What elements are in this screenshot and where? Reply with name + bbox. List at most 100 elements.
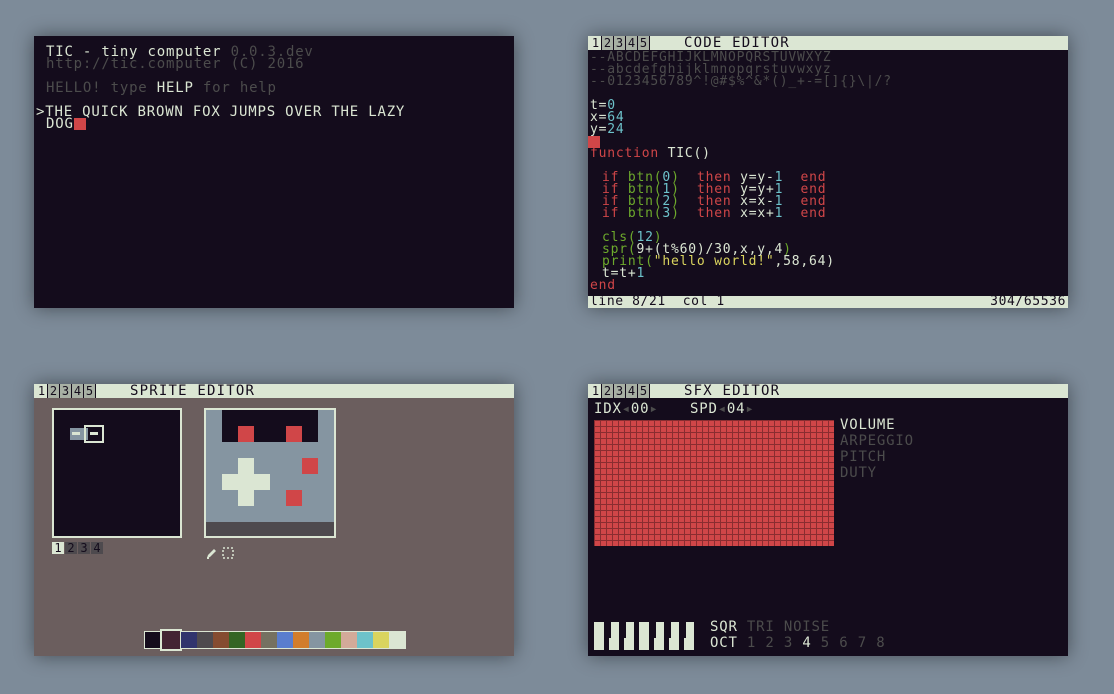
tab-5[interactable]: 5 — [638, 36, 650, 50]
arrow-left-icon[interactable]: ◂ — [622, 401, 631, 417]
code-status-position: line 8/21 col 1 — [590, 294, 725, 308]
sfx-wave-tri[interactable]: TRI — [747, 619, 775, 635]
tab-1[interactable]: 1 — [36, 384, 48, 398]
sfx-editor-topbar: 1 2 3 4 5 SFX EDITOR — [588, 384, 1068, 398]
piano-black-key[interactable] — [665, 622, 671, 638]
sfx-mode-pitch[interactable]: PITCH — [840, 450, 886, 464]
code-inc-one: 1 — [636, 266, 646, 281]
pencil-icon[interactable] — [206, 544, 218, 559]
console-input-line-1[interactable]: >THE QUICK BROWN FOX JUMPS OVER THE LAZY — [36, 104, 405, 120]
code-y-val: 24 — [607, 122, 625, 137]
palette-swatch[interactable] — [325, 632, 341, 648]
tab-3[interactable]: 3 — [614, 36, 626, 50]
sfx-idx-control[interactable]: IDX◂00▸ — [594, 401, 659, 417]
sprite-button-b — [286, 490, 302, 506]
palette-swatch[interactable] — [213, 632, 229, 648]
sprite-page-3[interactable]: 3 — [78, 542, 90, 554]
sprite-editor-panel[interactable]: 1 2 3 4 5 SPRITE EDITOR 1 2 3 4 — [34, 384, 514, 656]
sfx-mode-volume[interactable]: VOLUME — [840, 418, 895, 432]
palette-swatch[interactable] — [229, 632, 245, 648]
tab-1[interactable]: 1 — [590, 384, 602, 398]
arrow-right-icon[interactable]: ▸ — [745, 401, 754, 417]
palette-swatch[interactable] — [145, 632, 161, 648]
arrow-left-icon[interactable]: ◂ — [718, 401, 727, 417]
sprite-editor-tabs: 1 2 3 4 5 — [36, 384, 96, 398]
code-btn-close: ) — [671, 206, 680, 221]
sfx-wave-noise[interactable]: NOISE — [784, 619, 830, 635]
sfx-spd-control[interactable]: SPD◂04▸ — [690, 401, 755, 417]
sfx-octave-6[interactable]: 6 — [839, 635, 848, 651]
tab-3[interactable]: 3 — [60, 384, 72, 398]
sfx-volume-grid[interactable] — [594, 420, 834, 546]
sfx-octave-4[interactable]: 4 — [802, 635, 811, 651]
piano-black-key[interactable] — [620, 622, 626, 638]
sfx-octave-1[interactable]: 1 — [747, 635, 756, 651]
tab-5[interactable]: 5 — [84, 384, 96, 398]
sfx-wave-sqr[interactable]: SQR — [710, 619, 738, 635]
palette-swatch[interactable] — [389, 632, 405, 648]
palette-swatch[interactable] — [160, 629, 182, 651]
code-if-line: if btn(3) then x=x+1 end — [602, 206, 826, 221]
sfx-editor-tabs: 1 2 3 4 5 — [590, 384, 650, 398]
code-comment-3: --0123456789^!@#$%^&*()_+-=[]{}\|/? — [590, 74, 892, 89]
tab-5[interactable]: 5 — [638, 384, 650, 398]
console-type-word: type — [110, 80, 148, 96]
code-editor-topbar: 1 2 3 4 5 CODE EDITOR — [588, 36, 1068, 50]
palette-swatch[interactable] — [293, 632, 309, 648]
sprite-page-4[interactable]: 4 — [91, 542, 103, 554]
sfx-octave-3[interactable]: 3 — [784, 635, 793, 651]
sfx-octave-8[interactable]: 8 — [876, 635, 885, 651]
sfx-octave-2[interactable]: 2 — [765, 635, 774, 651]
sprite-page-1[interactable]: 1 — [52, 542, 64, 554]
sfx-oct-label: OCT — [710, 635, 738, 651]
sprite-pixel-canvas[interactable] — [204, 408, 336, 538]
sprite-page-2[interactable]: 2 — [65, 542, 77, 554]
code-status-bar: line 8/21 col 1 304/65536 — [588, 294, 1068, 308]
piano-black-key[interactable] — [605, 622, 611, 638]
palette-swatch[interactable] — [245, 632, 261, 648]
palette-swatch[interactable] — [341, 632, 357, 648]
palette-swatch[interactable] — [261, 632, 277, 648]
tab-4[interactable]: 4 — [626, 384, 638, 398]
console-input-line-2[interactable]: DOG — [46, 117, 86, 131]
tab-4[interactable]: 4 — [72, 384, 84, 398]
sprite-bottom-strip — [206, 522, 334, 536]
tab-3[interactable]: 3 — [614, 384, 626, 398]
console-for-help: for help — [202, 80, 277, 96]
console-prompt: > — [36, 104, 46, 120]
piano-keyboard[interactable] — [594, 622, 704, 650]
sfx-mode-duty[interactable]: DUTY — [840, 466, 877, 480]
palette-swatch[interactable] — [181, 632, 197, 648]
sfx-octave-7[interactable]: 7 — [858, 635, 867, 651]
palette-swatch[interactable] — [277, 632, 293, 648]
code-line-y: y=24 — [590, 122, 625, 137]
palette-swatch[interactable] — [357, 632, 373, 648]
tab-2[interactable]: 2 — [602, 384, 614, 398]
select-icon[interactable] — [222, 544, 234, 559]
palette-swatch[interactable] — [373, 632, 389, 648]
sfx-spd-label: SPD — [690, 401, 718, 417]
code-btn-arg: 3 — [662, 206, 672, 221]
piano-white-key[interactable] — [594, 622, 604, 650]
palette-swatch[interactable] — [309, 632, 325, 648]
sfx-editor-panel[interactable]: 1 2 3 4 5 SFX EDITOR IDX◂00▸ SPD◂04▸ VOL… — [588, 384, 1068, 656]
piano-black-key[interactable] — [680, 622, 686, 638]
tab-4[interactable]: 4 — [626, 36, 638, 50]
sfx-mode-arpeggio[interactable]: ARPEGGIO — [840, 434, 914, 448]
sprite-editor-title: SPRITE EDITOR — [130, 384, 256, 399]
sprite-thumb-detail — [90, 432, 98, 435]
code-editor-panel[interactable]: 1 2 3 4 5 CODE EDITOR --ABCDEFGHIJKLMNOP… — [588, 36, 1068, 308]
sprite-sheet-view[interactable] — [52, 408, 182, 538]
sfx-octave-5[interactable]: 5 — [821, 635, 830, 651]
palette-swatch[interactable] — [197, 632, 213, 648]
code-stmt: x=x+ — [740, 206, 775, 221]
tab-2[interactable]: 2 — [48, 384, 60, 398]
tab-1[interactable]: 1 — [590, 36, 602, 50]
console-panel[interactable]: TIC - tiny computer 0.0.3.dev http://tic… — [34, 36, 514, 308]
piano-white-key[interactable] — [639, 622, 649, 650]
code-then-kw: then — [696, 206, 732, 221]
arrow-right-icon[interactable]: ▸ — [649, 401, 658, 417]
tab-2[interactable]: 2 — [602, 36, 614, 50]
piano-black-key[interactable] — [650, 622, 656, 638]
code-line-end: end — [590, 278, 616, 293]
